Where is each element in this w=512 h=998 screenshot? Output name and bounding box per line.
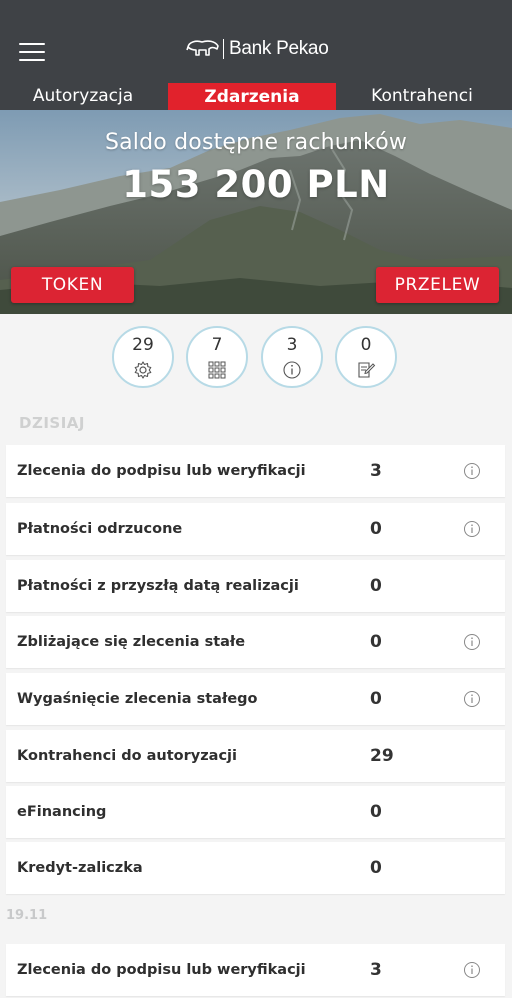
section-label-date: 19.11 xyxy=(6,908,48,923)
bank-name: Bank Pekao xyxy=(229,38,329,59)
list-item[interactable]: Kontrahenci do autoryzacji 29 xyxy=(6,730,505,782)
list-item-label: Płatności odrzucone xyxy=(17,521,183,537)
summary-count: 3 xyxy=(286,335,298,355)
list-item[interactable]: Kredyt-zaliczka 0 xyxy=(6,842,505,894)
info-icon[interactable] xyxy=(463,690,481,708)
list-item[interactable]: eFinancing 0 xyxy=(6,786,505,838)
summary-circle-documents[interactable]: 0 xyxy=(335,326,397,388)
summary-circle-settings[interactable]: 29 xyxy=(112,326,174,388)
list-item[interactable]: Płatności odrzucone 0 xyxy=(6,503,505,555)
info-icon xyxy=(283,361,301,379)
list-item-count: 3 xyxy=(370,960,382,980)
list-item-label: Kontrahenci do autoryzacji xyxy=(17,748,237,764)
tab-kontrahenci[interactable]: Kontrahenci xyxy=(360,83,484,113)
tab-zdarzenia[interactable]: Zdarzenia xyxy=(168,83,336,113)
hamburger-menu-icon[interactable] xyxy=(19,41,45,63)
list-item[interactable]: Zlecenia do podpisu lub weryfikacji 3 xyxy=(6,445,505,497)
logo-divider xyxy=(223,39,224,59)
list-item[interactable]: Wygaśnięcie zlecenia stałego 0 xyxy=(6,673,505,725)
info-icon[interactable] xyxy=(463,520,481,538)
info-icon[interactable] xyxy=(463,633,481,651)
bison-logo-icon xyxy=(186,40,219,56)
gear-icon xyxy=(134,361,152,379)
list-item-label: eFinancing xyxy=(17,804,107,820)
summary-count: 29 xyxy=(132,335,154,355)
przelew-button[interactable]: PRZELEW xyxy=(376,267,499,303)
list-item-count: 29 xyxy=(370,746,394,766)
list-item[interactable]: Zbliżające się zlecenia stałe 0 xyxy=(6,616,505,668)
list-item-count: 0 xyxy=(370,802,382,822)
list-item-label: Zbliżające się zlecenia stałe xyxy=(17,634,246,650)
list-item-label: Wygaśnięcie zlecenia stałego xyxy=(17,691,258,707)
list-item-count: 0 xyxy=(370,632,382,652)
list-item-count: 0 xyxy=(370,858,382,878)
info-icon[interactable] xyxy=(463,462,481,480)
bank-logo: Bank Pekao xyxy=(186,36,329,62)
info-icon[interactable] xyxy=(463,961,481,979)
summary-count: 7 xyxy=(211,335,223,355)
list-item-label: Zlecenia do podpisu lub weryfikacji xyxy=(17,962,306,978)
summary-circle-grid[interactable]: 7 xyxy=(186,326,248,388)
list-item-label: Zlecenia do podpisu lub weryfikacji xyxy=(17,463,306,479)
list-item-count: 3 xyxy=(370,461,382,481)
grid-icon xyxy=(208,361,226,379)
list-item[interactable]: Zlecenia do podpisu lub weryfikacji 3 xyxy=(6,944,505,996)
list-item[interactable]: Płatności z przyszłą datą realizacji 0 xyxy=(6,560,505,612)
list-item-count: 0 xyxy=(370,519,382,539)
list-item-count: 0 xyxy=(370,576,382,596)
list-item-label: Kredyt-zaliczka xyxy=(17,860,143,876)
balance-amount: 153 200 PLN xyxy=(122,163,390,206)
token-button[interactable]: TOKEN xyxy=(11,267,134,303)
summary-count: 0 xyxy=(360,335,372,355)
list-item-label: Płatności z przyszłą datą realizacji xyxy=(17,578,299,594)
section-label-today: DZISIAJ xyxy=(19,414,85,432)
list-item-count: 0 xyxy=(370,689,382,709)
document-edit-icon xyxy=(358,362,376,378)
summary-circle-info[interactable]: 3 xyxy=(261,326,323,388)
balance-caption: Saldo dostępne rachunków xyxy=(104,130,408,155)
tab-autoryzacja[interactable]: Autoryzacja xyxy=(20,83,146,113)
